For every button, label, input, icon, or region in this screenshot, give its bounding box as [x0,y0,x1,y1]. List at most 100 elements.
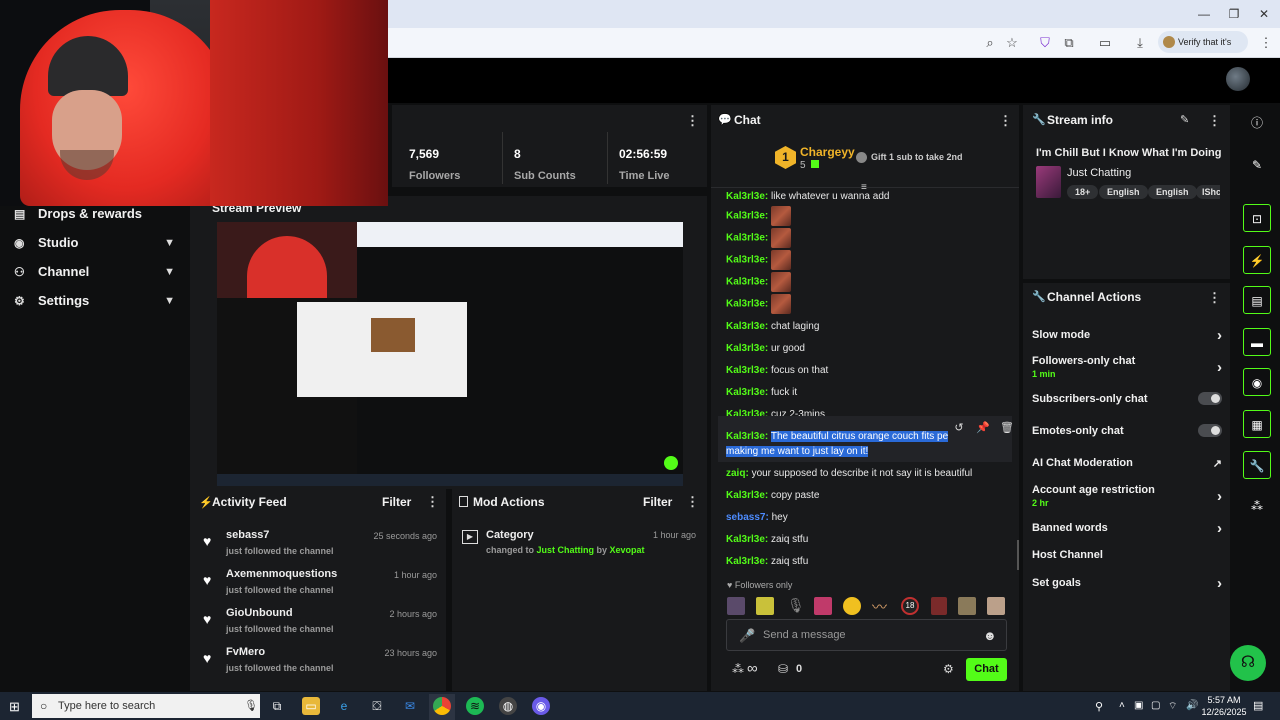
microphone-icon[interactable]: 🎤 [739,628,755,644]
chat-bubble-icon[interactable]: ▬ [1243,328,1271,356]
channel-action-host-channel[interactable]: Host Channel [1032,549,1222,579]
send-chat-button[interactable]: Chat [966,658,1007,681]
mod-actions-filter-button[interactable]: Filter [643,495,672,509]
wrench-icon[interactable]: 🔧 [1243,451,1271,479]
notifications-icon[interactable]: ▤ [1253,699,1263,712]
support-headset-icon[interactable]: ☊ [1230,645,1266,681]
activity-feed-filter-button[interactable]: Filter [382,495,411,509]
tray-app-icon[interactable]: ▣ [1134,700,1143,711]
tab-search-icon[interactable]: ▭ [1096,34,1114,52]
chat-username[interactable]: Kal3rl3e: [726,191,768,199]
chat-username[interactable]: Kal3rl3e: [726,365,768,376]
chat-input[interactable]: 🎤 Send a message ☻ [726,619,1007,651]
edge-browser-icon[interactable]: e [335,697,353,715]
points-icon[interactable]: ⁂ [732,662,744,676]
volume-icon[interactable]: 🔊 [1186,700,1198,711]
layout-icon[interactable]: ▦ [1243,410,1271,438]
feed-username[interactable]: FvMero [226,646,265,658]
stream-tag[interactable]: English [1099,185,1148,199]
mod-actions-menu-icon[interactable]: ⋮ [686,494,699,510]
shield-extension-icon[interactable]: ⛉ [1036,34,1054,52]
channel-action-emotes-only[interactable]: Emotes-only chat [1032,424,1222,455]
bookmark-star-icon[interactable]: ☆ [1003,34,1021,52]
chat-settings-gear-icon[interactable]: ⚙ [943,662,954,676]
mod-action-by[interactable]: Xevopat [610,545,645,555]
chat-username[interactable]: Kal3rl3e: [726,490,768,501]
task-view-icon[interactable]: ⧉ [268,697,286,715]
chat-username[interactable]: zaiq: [726,468,749,479]
feed-username[interactable]: GioUnbound [226,607,293,619]
emote-icon[interactable] [727,597,745,615]
channel-action-subscribers-only[interactable]: Subscribers-only chat [1032,392,1222,423]
points-icon[interactable]: ⁂ [1243,492,1271,520]
chat-username[interactable]: Kal3rl3e: [726,387,768,398]
gifter-name[interactable]: Chargeyy [800,145,855,159]
chat-username[interactable]: Kal3rl3e: [726,343,768,354]
emote-icon[interactable] [987,597,1005,615]
discord-icon[interactable]: ◉ [532,697,550,715]
chat-username[interactable]: Kal3rl3e: [726,299,768,310]
chat-scrollbar[interactable] [1017,540,1019,570]
chat-menu-icon[interactable]: ⋮ [999,113,1012,129]
channel-action-followers-only[interactable]: Followers-only chat 1 min › [1032,355,1222,385]
stream-info-menu-icon[interactable]: ⋮ [1208,113,1221,129]
channel-actions-menu-icon[interactable]: ⋮ [1208,290,1221,306]
clock-date[interactable]: 12/26/2025 [1200,707,1248,717]
minimize-button[interactable]: — [1194,6,1214,22]
chat-username[interactable]: Kal3rl3e: [726,534,768,545]
download-icon[interactable]: ⤓ [1131,34,1149,52]
close-window-button[interactable]: ✕ [1254,6,1274,22]
maximize-button[interactable]: ❐ [1224,6,1244,22]
verify-identity-chip[interactable]: Verify that it's you [1158,31,1248,69]
chat-username[interactable]: Kal3rl3e: [726,321,768,332]
mail-icon[interactable]: ✉ [401,697,419,715]
windows-start-icon[interactable]: ⊞ [9,699,20,715]
mod-action-value[interactable]: Just Chatting [537,545,595,555]
chat-username[interactable]: Kal3rl3e: [726,277,768,288]
stream-preview-video[interactable] [217,222,683,486]
channel-action-set-goals[interactable]: Set goals › [1032,575,1222,607]
edit-pencil-icon[interactable]: ✎ [1180,113,1189,126]
stream-tag[interactable]: IShc [1196,185,1220,199]
emoji-picker-icon[interactable]: ☻ [983,628,997,643]
stream-category[interactable]: Just Chatting [1067,167,1131,179]
stream-tag[interactable]: English [1148,185,1197,199]
user-avatar[interactable] [1226,67,1250,91]
emote-icon[interactable] [958,597,976,615]
chat-username[interactable]: Kal3rl3e: [726,211,768,222]
store-icon[interactable]: ⛋ [368,697,386,715]
chat-username[interactable]: Kal3rl3e: [726,255,768,266]
stream-tag[interactable]: 18+ [1067,185,1099,199]
emote-icon[interactable]: 〰 [872,596,887,617]
tray-app-icon[interactable]: ▢ [1151,700,1160,711]
chat-message-selected[interactable]: Kal3rl3e: The beautiful citrus orange co… [726,429,1011,459]
sidebar-item-settings[interactable]: ⚙ Settings ▼ [14,290,179,312]
feed-username[interactable]: Axemenmoquestions [226,568,337,580]
chat-username[interactable]: Kal3rl3e: [726,431,768,442]
feed-username[interactable]: sebass7 [226,529,269,541]
microphone-icon[interactable]: 🎙 [244,694,258,718]
subscribers-only-toggle[interactable] [1198,392,1222,405]
broadcast-icon[interactable]: ◉ [1243,368,1271,396]
browser-menu-icon[interactable]: ⋮ [1257,34,1275,52]
chrome-icon[interactable] [433,697,451,715]
emote-icon[interactable] [843,597,861,615]
sidebar-item-drops-rewards[interactable]: ▤ Drops & rewards [14,203,179,225]
microphone-icon[interactable]: 🎙 [787,597,805,614]
show-hidden-icons-chevron[interactable]: ˄ [1119,700,1125,711]
gift-prompt[interactable]: Gift 1 sub to take 2nd [871,152,963,162]
activity-feed-menu-icon[interactable]: ⋮ [426,494,439,510]
obs-icon[interactable]: ◍ [499,697,517,715]
emote-icon[interactable] [814,597,832,615]
extensions-icon[interactable]: ⧉ [1060,34,1078,52]
taskbar-search-input[interactable]: ○ Type here to search 🎙 [32,694,260,718]
channel-action-ai-moderation[interactable]: AI Chat Moderation ↗ [1032,457,1222,487]
document-icon[interactable]: ▤ [1243,286,1271,314]
emote-18-icon[interactable]: 18 [901,597,919,615]
file-explorer-icon[interactable]: ▭ [302,697,320,715]
edit-pencil-icon[interactable]: ✎ [1243,151,1271,179]
channel-action-account-age[interactable]: Account age restriction 2 hr › [1032,484,1222,514]
emote-icon[interactable] [931,597,947,615]
emotes-only-toggle[interactable] [1198,424,1222,437]
spotify-icon[interactable]: ≋ [466,697,484,715]
